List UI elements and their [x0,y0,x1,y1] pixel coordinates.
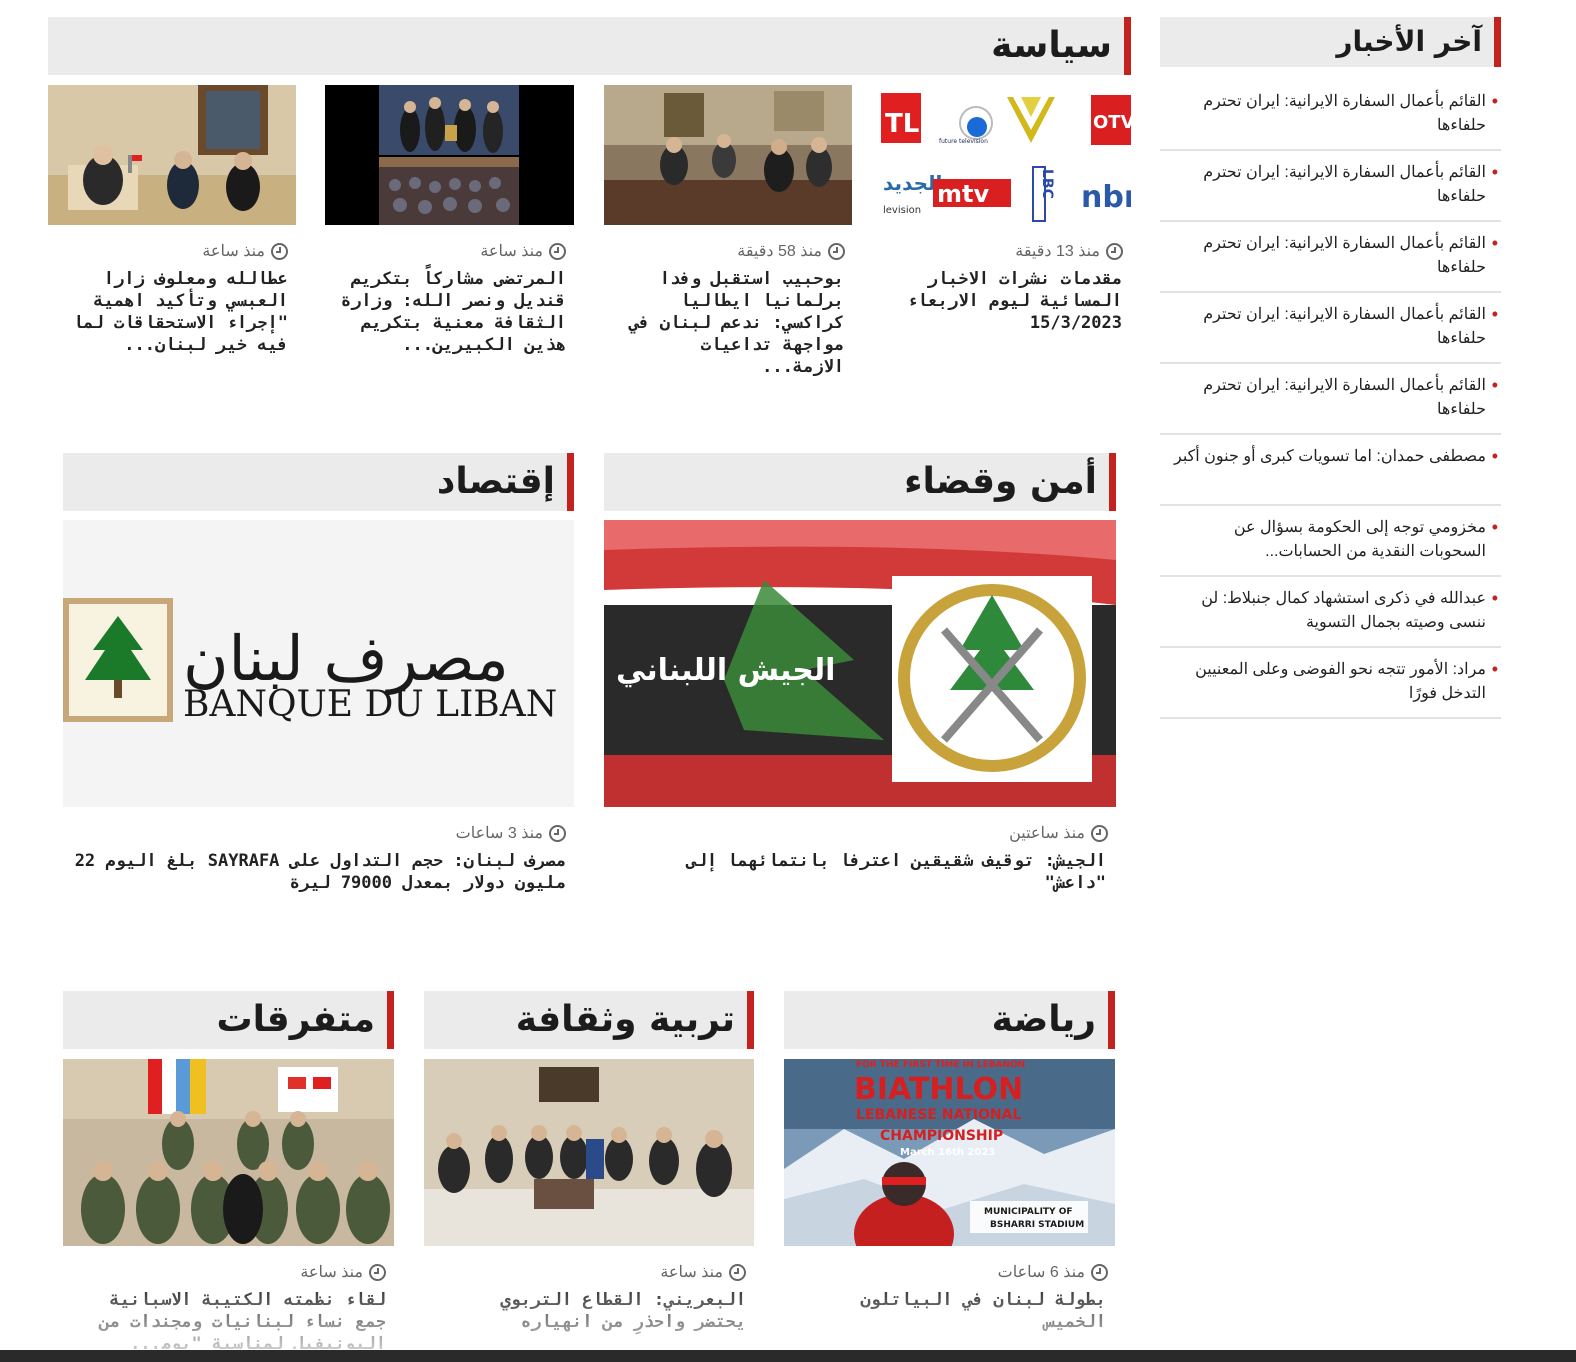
section-header-politics[interactable]: سياسة [48,17,1131,75]
article-time: منذ ساعة [480,241,566,261]
article-image-ceremony[interactable] [325,85,574,225]
latest-news-item[interactable]: مصطفى حمدان: اما تسويات كبرى أو جنون أكب… [1160,435,1501,506]
clock-icon [369,1263,386,1281]
section-title: أمن وقضاء [904,461,1097,502]
article-headline[interactable]: عطالله ومعلوف زارا العبسي وتأكيد اهمية "… [62,268,288,356]
svg-text:الجيش اللبناني: الجيش اللبناني [616,653,835,688]
article-time: منذ 3 ساعات [456,823,566,843]
section-title: رياضة [991,999,1096,1040]
article-image-tv-logos[interactable]: TL future television OTV الجديد levision… [881,85,1131,225]
svg-text:mtv: mtv [937,180,989,208]
clock-icon [1106,242,1123,260]
article-image-education[interactable] [424,1059,754,1246]
article-headline[interactable]: المرتضى مشاركاً بتكريم قنديل ونصر الله: … [330,268,566,356]
clock-icon [729,1263,746,1281]
section-header-education[interactable]: تربية وثقافة [424,991,754,1049]
latest-news-item[interactable]: القائم بأعمال السفارة الايرانية: ايران ت… [1160,364,1501,435]
svg-text:MUNICIPALITY OF: MUNICIPALITY OF [984,1207,1073,1217]
latest-news-item[interactable]: عبدالله في ذكرى استشهاد كمال جنبلاط: لن … [1160,577,1501,648]
article-headline[interactable]: بوحبيب استقبل وفدا برلمانيا ايطاليا كراك… [620,268,844,378]
bottom-bar [0,1350,1576,1362]
section-title: سياسة [991,25,1112,66]
article-image-biathlon[interactable]: FOR THE FIRST TIME IN LEBANON BIATHLON L… [784,1059,1115,1246]
article-time: منذ ساعة [202,241,288,261]
clock-icon [271,242,288,260]
article-image-bdl[interactable]: مصرف لبنان BANQUE DU LIBAN [63,520,574,807]
article-image-meeting[interactable] [604,85,852,225]
section-title: متفرقات [216,999,375,1040]
clock-icon [549,242,566,260]
latest-news-item[interactable]: القائم بأعمال السفارة الايرانية: ايران ت… [1160,293,1501,364]
latest-news-item[interactable]: مراد: الأمور تتجه نحو الفوضى وعلى المعني… [1160,648,1501,719]
article-image-misc[interactable] [63,1059,394,1246]
clock-icon [549,824,566,842]
latest-news-header[interactable]: آخر الأخبار [1160,17,1501,67]
latest-news-item[interactable]: القائم بأعمال السفارة الايرانية: ايران ت… [1160,151,1501,222]
svg-text:March 16th 2023: March 16th 2023 [900,1147,995,1158]
svg-text:LBC: LBC [1039,169,1055,199]
article-time: منذ 58 دقيقة [737,241,845,261]
article-time: منذ 13 دقيقة [1015,241,1123,261]
svg-text:LEBANESE NATIONAL: LEBANESE NATIONAL [856,1107,1021,1123]
svg-text:OTV: OTV [1093,112,1131,133]
svg-text:FOR THE FIRST TIME IN LEBANON: FOR THE FIRST TIME IN LEBANON [856,1060,1025,1070]
article-time: منذ ساعة [300,1262,386,1282]
svg-text:future television: future television [939,138,988,145]
latest-news-title: آخر الأخبار [1336,25,1482,58]
clock-icon [828,242,845,260]
section-title: إقتصاد [436,461,555,502]
clock-icon [1091,1263,1108,1281]
latest-news-item[interactable]: القائم بأعمال السفارة الايرانية: ايران ت… [1160,222,1501,293]
article-headline[interactable]: مصرف لبنان: حجم التداول على SAYRAFA بلغ … [72,850,566,894]
latest-news-list: القائم بأعمال السفارة الايرانية: ايران ت… [1160,80,1501,719]
article-headline[interactable]: مقدمات نشرات الاخبار المسائية ليوم الارب… [900,268,1122,334]
article-image-visit[interactable] [48,85,296,225]
section-header-security[interactable]: أمن وقضاء [604,453,1116,511]
article-headline[interactable]: بطولة لبنان في البياتلون الخميس [800,1289,1106,1333]
section-header-misc[interactable]: متفرقات [63,991,394,1049]
article-image-army[interactable]: الجيش اللبناني [604,520,1116,807]
article-time: منذ ساعتين [1009,823,1108,843]
article-time: منذ ساعة [660,1262,746,1282]
article-headline[interactable]: البعريني: القطاع التربوي يحتضر واحذرِ من… [440,1289,746,1333]
svg-text:nbn: nbn [1081,180,1131,215]
tl-logo: TL [885,109,919,139]
section-title: تربية وثقافة [515,999,735,1040]
latest-news-item[interactable]: القائم بأعمال السفارة الايرانية: ايران ت… [1160,80,1501,151]
article-headline[interactable]: لقاء نظمته الكتيبة الاسبانية جمع نساء لب… [80,1289,386,1349]
section-header-economy[interactable]: إقتصاد [63,453,574,511]
section-header-sports[interactable]: رياضة [784,991,1115,1049]
svg-text:BIATHLON: BIATHLON [854,1072,1023,1107]
article-time: منذ 6 ساعات [998,1262,1108,1282]
svg-text:BSHARRI STADIUM: BSHARRI STADIUM [990,1220,1084,1230]
svg-text:BANQUE DU LIBAN: BANQUE DU LIBAN [183,684,557,725]
article-headline[interactable]: الجيش: توقيف شقيقين اعترفا بانتمائهما إل… [620,850,1106,894]
clock-icon [1091,824,1108,842]
svg-text:CHAMPIONSHIP: CHAMPIONSHIP [880,1128,1003,1144]
latest-news-item[interactable]: مخزومي توجه إلى الحكومة بسؤال عن السحوبا… [1160,506,1501,577]
svg-text:levision: levision [883,205,921,216]
